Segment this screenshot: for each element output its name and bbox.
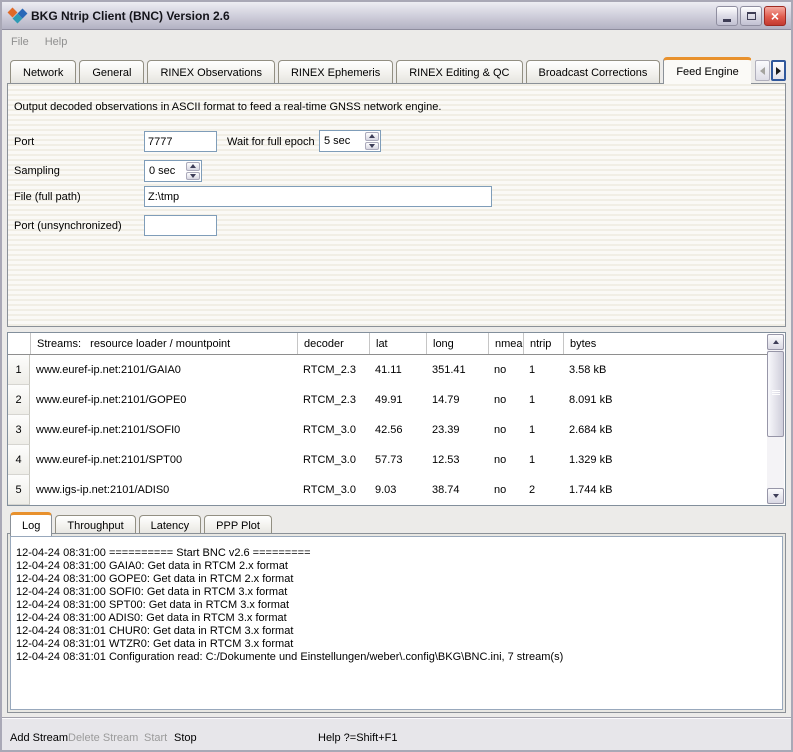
spin-down-button[interactable] bbox=[365, 142, 379, 151]
port-input[interactable] bbox=[144, 131, 217, 152]
delete-stream-button[interactable]: Delete Stream bbox=[68, 732, 138, 744]
col-lat: lat bbox=[369, 333, 426, 354]
col-nmea: nmea bbox=[488, 333, 523, 354]
maximize-icon bbox=[747, 12, 756, 20]
col-bytes: bytes bbox=[563, 333, 767, 354]
window-title: BKG Ntrip Client (BNC) Version 2.6 bbox=[31, 9, 716, 23]
tab-scroll-right-button[interactable] bbox=[771, 60, 786, 81]
streams-table: Streams: resource loader / mountpoint de… bbox=[7, 332, 786, 506]
start-button[interactable]: Start bbox=[144, 732, 167, 744]
scroll-up-button[interactable] bbox=[767, 334, 784, 350]
minimize-icon bbox=[723, 19, 731, 22]
log-line: 12-04-24 08:31:00 SPT00: Get data in RTC… bbox=[16, 599, 782, 612]
file-path-input[interactable] bbox=[144, 186, 492, 207]
table-row[interactable]: 1 www.euref-ip.net:2101/GAIA0 RTCM_2.3 4… bbox=[8, 355, 767, 385]
scroll-down-button[interactable] bbox=[767, 488, 784, 504]
feed-engine-panel: Output decoded observations in ASCII for… bbox=[7, 83, 786, 327]
log-panel: 12-04-24 08:31:00 ========== Start BNC v… bbox=[7, 533, 786, 713]
menu-help[interactable]: Help bbox=[45, 36, 68, 48]
table-row[interactable]: 4 www.euref-ip.net:2101/SPT00 RTCM_3.0 5… bbox=[8, 445, 767, 475]
file-path-label: File (full path) bbox=[14, 191, 81, 203]
spin-up-button[interactable] bbox=[186, 162, 200, 171]
close-button[interactable]: × bbox=[764, 6, 786, 26]
menubar: File Help bbox=[2, 30, 791, 54]
minimize-button[interactable] bbox=[716, 6, 738, 26]
tab-broadcast-corrections[interactable]: Broadcast Corrections bbox=[526, 60, 661, 84]
sampling-spinbox[interactable]: 0 sec bbox=[144, 160, 202, 182]
log-line: 12-04-24 08:31:00 ADIS0: Get data in RTC… bbox=[16, 612, 782, 625]
sampling-label: Sampling bbox=[14, 165, 60, 177]
thumb-grip-icon bbox=[772, 390, 780, 396]
maximize-button[interactable] bbox=[740, 6, 762, 26]
add-stream-button[interactable]: Add Stream bbox=[10, 732, 68, 744]
close-icon: × bbox=[771, 9, 779, 23]
menu-file[interactable]: File bbox=[11, 36, 29, 48]
tab-rinex-editing-qc[interactable]: RINEX Editing & QC bbox=[396, 60, 522, 84]
tab-scroll-buttons bbox=[755, 60, 786, 81]
wait-epoch-label: Wait for full epoch bbox=[227, 136, 315, 148]
table-scrollbar[interactable] bbox=[767, 334, 784, 504]
port-unsync-input[interactable] bbox=[144, 215, 217, 236]
streams-table-header: Streams: resource loader / mountpoint de… bbox=[8, 333, 767, 355]
titlebar: BKG Ntrip Client (BNC) Version 2.6 × bbox=[2, 2, 791, 30]
tab-ppp-plot[interactable]: PPP Plot bbox=[204, 515, 272, 535]
spin-down-icon bbox=[190, 174, 196, 178]
tab-rinex-ephemeris[interactable]: RINEX Ephemeris bbox=[278, 60, 393, 84]
col-long: long bbox=[426, 333, 488, 354]
log-output[interactable]: 12-04-24 08:31:00 ========== Start BNC v… bbox=[10, 536, 783, 710]
chevron-right-icon bbox=[776, 67, 781, 75]
spin-down-icon bbox=[369, 144, 375, 148]
spin-up-button[interactable] bbox=[365, 132, 379, 141]
bnc-window: BKG Ntrip Client (BNC) Version 2.6 × Fil… bbox=[0, 0, 793, 752]
spin-up-icon bbox=[369, 134, 375, 138]
panel-description: Output decoded observations in ASCII for… bbox=[14, 101, 441, 113]
tab-log[interactable]: Log bbox=[10, 512, 52, 536]
scrollbar-thumb[interactable] bbox=[767, 351, 784, 437]
wait-epoch-spinbox[interactable]: 5 sec bbox=[319, 130, 381, 152]
port-label: Port bbox=[14, 136, 34, 148]
help-button[interactable]: Help ?=Shift+F1 bbox=[318, 732, 398, 744]
log-line: 12-04-24 08:31:01 CHUR0: Get data in RTC… bbox=[16, 625, 782, 638]
table-row[interactable]: 3 www.euref-ip.net:2101/SOFI0 RTCM_3.0 4… bbox=[8, 415, 767, 445]
tab-scroll-left-button[interactable] bbox=[755, 60, 770, 81]
col-ntrip: ntrip bbox=[523, 333, 563, 354]
log-line: 12-04-24 08:31:00 GAIA0: Get data in RTC… bbox=[16, 560, 782, 573]
log-line: 12-04-24 08:31:00 GOPE0: Get data in RTC… bbox=[16, 573, 782, 586]
tab-latency[interactable]: Latency bbox=[139, 515, 202, 535]
spin-up-icon bbox=[190, 164, 196, 168]
tab-general[interactable]: General bbox=[79, 60, 144, 84]
log-line: 12-04-24 08:31:00 ========== Start BNC v… bbox=[16, 547, 782, 560]
table-row[interactable]: 2 www.euref-ip.net:2101/GOPE0 RTCM_2.3 4… bbox=[8, 385, 767, 415]
main-tabbar: Network General RINEX Observations RINEX… bbox=[10, 54, 751, 84]
bkg-app-icon bbox=[7, 7, 27, 25]
log-line: 12-04-24 08:31:00 SOFI0: Get data in RTC… bbox=[16, 586, 782, 599]
log-line: 12-04-24 08:31:01 WTZR0: Get data in RTC… bbox=[16, 638, 782, 651]
tab-rinex-observations[interactable]: RINEX Observations bbox=[147, 60, 274, 84]
port-unsync-label: Port (unsynchronized) bbox=[14, 220, 122, 232]
action-bar: Add Stream Delete Stream Start Stop Help… bbox=[2, 717, 791, 750]
arrow-up-icon bbox=[773, 340, 779, 344]
spin-down-button[interactable] bbox=[186, 172, 200, 181]
chevron-left-icon bbox=[760, 67, 765, 75]
col-mountpoint: Streams: resource loader / mountpoint bbox=[30, 333, 297, 354]
log-line: 12-04-24 08:31:01 Configuration read: C:… bbox=[16, 651, 782, 664]
tab-throughput[interactable]: Throughput bbox=[55, 515, 135, 535]
table-row[interactable]: 5 www.igs-ip.net:2101/ADIS0 RTCM_3.0 9.0… bbox=[8, 475, 767, 505]
arrow-down-icon bbox=[773, 494, 779, 498]
tab-network[interactable]: Network bbox=[10, 60, 76, 84]
tab-feed-engine[interactable]: Feed Engine bbox=[663, 57, 751, 84]
bottom-tabbar: Log Throughput Latency PPP Plot bbox=[10, 509, 781, 535]
col-decoder: decoder bbox=[297, 333, 369, 354]
stop-button[interactable]: Stop bbox=[174, 732, 197, 744]
